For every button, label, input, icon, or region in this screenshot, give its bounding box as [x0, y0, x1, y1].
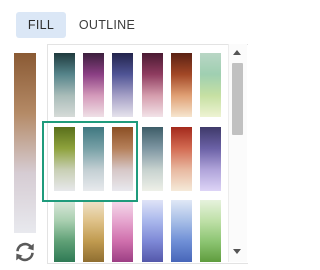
- gradient-swatch[interactable]: [112, 127, 133, 191]
- scroll-down-arrow-icon[interactable]: [233, 249, 241, 254]
- refresh-icon[interactable]: [12, 239, 38, 265]
- scroll-up-arrow-icon[interactable]: [233, 50, 241, 55]
- tab-fill[interactable]: FILL: [16, 12, 66, 38]
- vertical-scrollbar[interactable]: [228, 44, 247, 262]
- gradient-swatch[interactable]: [83, 200, 104, 262]
- gradient-swatch[interactable]: [83, 127, 104, 191]
- gradient-swatch[interactable]: [171, 200, 192, 262]
- gradient-swatch[interactable]: [54, 200, 75, 262]
- gradient-swatch[interactable]: [112, 200, 133, 262]
- gradient-swatch-panel: [47, 44, 248, 264]
- gradient-swatch[interactable]: [200, 53, 221, 117]
- gradient-swatch[interactable]: [200, 200, 221, 262]
- gradient-swatch[interactable]: [171, 53, 192, 117]
- gradient-swatch[interactable]: [112, 53, 133, 117]
- gradient-swatch[interactable]: [54, 53, 75, 117]
- gradient-swatch[interactable]: [54, 127, 75, 191]
- gradient-swatch[interactable]: [142, 127, 163, 191]
- gradient-swatch[interactable]: [83, 53, 104, 117]
- gradient-swatch[interactable]: [200, 127, 221, 191]
- scrollbar-thumb[interactable]: [232, 63, 243, 135]
- tab-outline[interactable]: OUTLINE: [74, 12, 140, 38]
- gradient-swatch[interactable]: [171, 127, 192, 191]
- gradient-preview: [14, 53, 36, 233]
- gradient-swatch[interactable]: [142, 200, 163, 262]
- gradient-swatch[interactable]: [142, 53, 163, 117]
